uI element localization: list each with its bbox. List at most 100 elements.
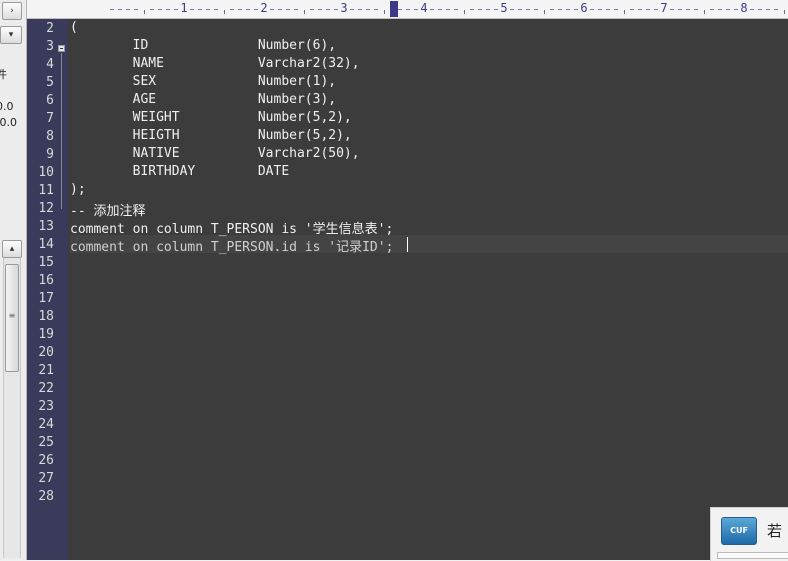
ruler-number: 2 bbox=[260, 1, 268, 15]
grip-icon: ≡ bbox=[8, 311, 16, 320]
code-line[interactable]: -- 添加注释 bbox=[70, 200, 145, 219]
ruler-major-tick bbox=[304, 10, 305, 14]
panel-scrollbar[interactable]: ≡ bbox=[3, 258, 21, 558]
line-number: 5 bbox=[46, 75, 54, 90]
line-number: 8 bbox=[46, 129, 54, 144]
fold-collapse-icon[interactable] bbox=[58, 45, 65, 52]
line-number: 21 bbox=[38, 363, 54, 378]
line-number: 22 bbox=[38, 381, 54, 396]
ruler-minor-tick bbox=[766, 9, 770, 10]
ruler-minor-tick bbox=[286, 9, 290, 10]
ruler-cursor-marker bbox=[390, 1, 398, 17]
notification-popup[interactable]: CUF 若 bbox=[710, 507, 788, 561]
ruler-number: 4 bbox=[420, 1, 428, 15]
line-number: 7 bbox=[46, 111, 54, 126]
text-caret bbox=[407, 237, 408, 252]
ruler-minor-tick bbox=[214, 9, 218, 10]
ruler-minor-tick bbox=[774, 9, 778, 10]
code-line[interactable]: NATIVE Varchar2(50), bbox=[70, 146, 360, 164]
ruler-minor-tick bbox=[526, 9, 530, 10]
code-line[interactable]: NAME Varchar2(32), bbox=[70, 56, 360, 74]
ruler-number: 6 bbox=[580, 1, 588, 15]
ruler-major-tick bbox=[624, 10, 625, 14]
ruler-minor-tick bbox=[150, 9, 154, 10]
line-number: 2 bbox=[46, 21, 54, 36]
scroll-up-button[interactable]: ▴ bbox=[2, 240, 22, 258]
line-number: 23 bbox=[38, 399, 54, 414]
code-line[interactable]: comment on column T_PERSON.id is '记录ID'; bbox=[70, 236, 393, 255]
code-line[interactable]: WEIGHT Number(5,2), bbox=[70, 110, 352, 128]
ruler-major-tick bbox=[704, 10, 705, 14]
ruler-major-tick bbox=[144, 10, 145, 14]
ruler-minor-tick bbox=[278, 9, 282, 10]
ruler-minor-tick bbox=[198, 9, 202, 10]
code-line[interactable]: HEIGTH Number(5,2), bbox=[70, 128, 352, 146]
ruler-minor-tick bbox=[238, 9, 242, 10]
ruler-minor-tick bbox=[230, 9, 234, 10]
line-number: 19 bbox=[38, 327, 54, 342]
ruler-minor-tick bbox=[550, 9, 554, 10]
ruler-number: 8 bbox=[740, 1, 748, 15]
ruler-minor-tick bbox=[134, 9, 138, 10]
ruler-minor-tick bbox=[518, 9, 522, 10]
ruler-number: 1 bbox=[180, 1, 188, 15]
ruler-minor-tick bbox=[110, 9, 114, 10]
ruler-minor-tick bbox=[686, 9, 690, 10]
ruler-minor-tick bbox=[758, 9, 762, 10]
code-line[interactable]: ); bbox=[70, 182, 86, 200]
ruler-minor-tick bbox=[726, 9, 730, 10]
ruler-minor-tick bbox=[478, 9, 482, 10]
ruler-minor-tick bbox=[710, 9, 714, 10]
scrollbar-thumb[interactable]: ≡ bbox=[5, 264, 19, 372]
code-line[interactable]: BIRTHDAY DATE bbox=[70, 164, 290, 182]
ruler-minor-tick bbox=[694, 9, 698, 10]
ruler-minor-tick bbox=[406, 9, 410, 10]
ruler-minor-tick bbox=[614, 9, 618, 10]
ruler-minor-tick bbox=[718, 9, 722, 10]
line-number: 6 bbox=[46, 93, 54, 108]
line-number: 10 bbox=[38, 165, 54, 180]
ruler-minor-tick bbox=[638, 9, 642, 10]
line-number: 9 bbox=[46, 147, 54, 162]
ruler-minor-tick bbox=[294, 9, 298, 10]
ruler-minor-tick bbox=[678, 9, 682, 10]
line-number: 13 bbox=[38, 219, 54, 234]
line-number: 26 bbox=[38, 453, 54, 468]
notification-text: 若 bbox=[767, 522, 783, 540]
ruler-minor-tick bbox=[358, 9, 362, 10]
code-editor[interactable]: 123456789 234567891011121314151617181920… bbox=[27, 0, 788, 560]
line-number: 15 bbox=[38, 255, 54, 270]
ruler-minor-tick bbox=[598, 9, 602, 10]
code-line[interactable]: ( bbox=[70, 20, 78, 38]
panel-value-2: .0.0 bbox=[0, 116, 17, 129]
ruler-minor-tick bbox=[206, 9, 210, 10]
code-line[interactable]: comment on column T_PERSON is '学生信息表'; bbox=[70, 218, 393, 237]
ruler-major-tick bbox=[224, 10, 225, 14]
line-number: 20 bbox=[38, 345, 54, 360]
ruler-minor-tick bbox=[446, 9, 450, 10]
ruler-minor-tick bbox=[566, 9, 570, 10]
code-line[interactable]: AGE Number(3), bbox=[70, 92, 337, 110]
code-line[interactable]: SEX Number(1), bbox=[70, 74, 337, 92]
line-number: 25 bbox=[38, 435, 54, 450]
ruler-minor-tick bbox=[366, 9, 370, 10]
ruler-minor-tick bbox=[246, 9, 250, 10]
panel-label: 件 bbox=[0, 66, 7, 82]
line-number: 24 bbox=[38, 417, 54, 432]
ruler-number: 7 bbox=[660, 1, 668, 15]
ruler-minor-tick bbox=[118, 9, 122, 10]
ruler-minor-tick bbox=[398, 9, 402, 10]
line-number: 18 bbox=[38, 309, 54, 324]
ruler-minor-tick bbox=[374, 9, 378, 10]
expand-arrow-button[interactable]: › bbox=[2, 2, 22, 20]
code-line[interactable]: ID Number(6), bbox=[70, 38, 337, 56]
code-area[interactable]: ( ID Number(6), NAME Varchar2(32), SEX N… bbox=[70, 19, 788, 560]
dropdown-button[interactable]: ▾ bbox=[0, 26, 22, 44]
ruler-minor-tick bbox=[606, 9, 610, 10]
app-icon[interactable]: CUF bbox=[721, 517, 757, 545]
line-number: 3 bbox=[46, 39, 54, 54]
line-number: 11 bbox=[38, 183, 54, 198]
ruler-major-tick bbox=[784, 10, 785, 14]
ruler-number: 3 bbox=[340, 1, 348, 15]
notification-progress bbox=[717, 552, 788, 559]
